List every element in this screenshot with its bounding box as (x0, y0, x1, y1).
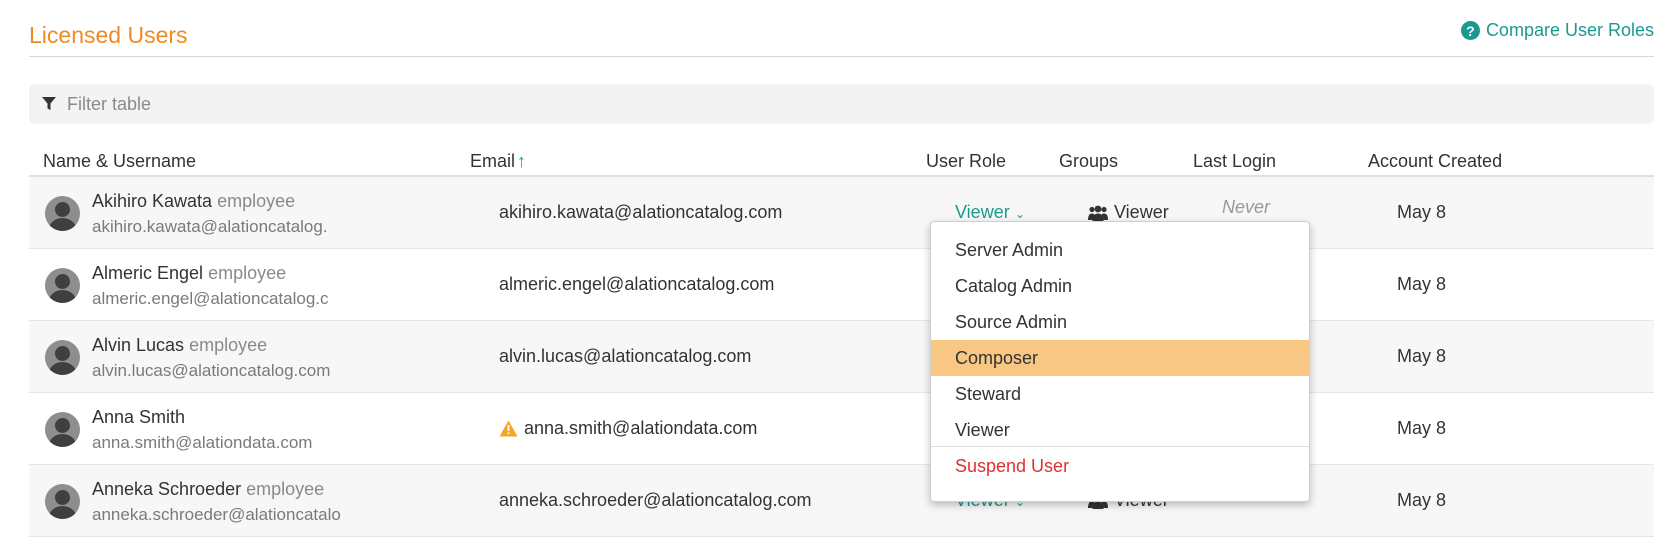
table-row: Alvin Lucas employee alvin.lucas@alationc… (29, 321, 1654, 393)
username: anna.smith@alationdata.com (92, 433, 313, 452)
user-group-name: Viewer (1114, 202, 1169, 222)
avatar (45, 484, 80, 519)
role-option-steward[interactable]: Steward (931, 376, 1309, 412)
filter-input[interactable] (67, 93, 1567, 115)
user-email: anna.smith@alationdata.com (499, 418, 757, 439)
user-name[interactable]: Akihiro Kawata (92, 191, 212, 211)
username: akihiro.kawata@alationcatalog. (92, 217, 328, 236)
username: almeric.engel@alationcatalog.c (92, 289, 329, 308)
table-row: Almeric Engel employee almeric.engel@alat… (29, 249, 1654, 321)
column-header-groups[interactable]: Groups (1059, 151, 1118, 172)
role-option-source-admin[interactable]: Source Admin (931, 304, 1309, 340)
account-created: May 8 (1397, 490, 1447, 510)
column-header-user-role[interactable]: User Role (926, 151, 1006, 172)
account-created: May 8 (1397, 202, 1447, 222)
username: anneka.schroeder@alationcatalo (92, 505, 341, 524)
user-email-text: almeric.engel@alationcatalog.com (499, 274, 775, 294)
role-option-composer[interactable]: Composer (931, 340, 1309, 376)
column-header-email[interactable]: Email ↑ (470, 151, 526, 172)
user-name-line: Almeric Engel employee (92, 263, 286, 284)
user-groups: Viewer (1088, 202, 1169, 223)
avatar (45, 268, 80, 303)
menu-divider (931, 446, 1309, 447)
user-type: employee (217, 191, 296, 211)
users-group-icon (1088, 205, 1108, 221)
user-email-text: anna.smith@alationdata.com (524, 418, 758, 438)
sort-ascending-icon: ↑ (517, 151, 527, 171)
column-header-account-created[interactable]: Account Created (1368, 151, 1502, 172)
user-email-text: alvin.lucas@alationcatalog.com (499, 346, 752, 366)
table-row: Akihiro Kawata employee akihiro.kawata@al… (29, 177, 1654, 249)
table-row: Anna Smith anna.smith@alationdata.com ann… (29, 393, 1654, 465)
avatar (45, 196, 80, 231)
role-option-viewer[interactable]: Viewer (931, 412, 1309, 448)
role-option-server-admin[interactable]: Server Admin (931, 232, 1309, 268)
page-header: Licensed Users ? Compare User Roles (29, 0, 1654, 57)
user-email-text: akihiro.kawata@alationcatalog.com (499, 202, 783, 222)
table-row: Anneka Schroeder employee anneka.schroede… (29, 465, 1654, 537)
username: alvin.lucas@alationcatalog.com (92, 361, 331, 380)
user-role-select[interactable]: Viewer ⌄ (955, 202, 1025, 223)
page-title: Licensed Users (29, 22, 188, 48)
user-name-line: Akihiro Kawata employee (92, 191, 295, 212)
suspend-user-option[interactable]: Suspend User (931, 448, 1309, 484)
compare-user-roles-link[interactable]: ? Compare User Roles (1460, 20, 1654, 41)
avatar (45, 340, 80, 375)
user-name-line: Alvin Lucas employee (92, 335, 267, 356)
user-type: employee (246, 479, 325, 499)
account-created: May 8 (1397, 418, 1447, 438)
avatar (45, 412, 80, 447)
table-header: Name & Username Email ↑ User Role Groups … (29, 148, 1654, 177)
compare-user-roles-label: Compare User Roles (1485, 20, 1654, 40)
user-name-line: Anneka Schroeder employee (92, 479, 324, 500)
help-circle-icon: ? (1460, 21, 1480, 40)
user-name[interactable]: Anna Smith (92, 407, 185, 427)
warning-icon (499, 420, 518, 437)
user-role-value: Viewer (955, 202, 1010, 222)
user-email: anneka.schroeder@alationcatalog.com (499, 490, 811, 511)
column-header-name[interactable]: Name & Username (43, 151, 196, 172)
user-email-text: anneka.schroeder@alationcatalog.com (499, 490, 812, 510)
user-email: akihiro.kawata@alationcatalog.com (499, 202, 782, 223)
column-header-last-login[interactable]: Last Login (1193, 151, 1276, 172)
user-type: employee (189, 335, 268, 355)
user-name[interactable]: Anneka Schroeder (92, 479, 241, 499)
user-name-line: Anna Smith (92, 407, 185, 428)
user-type: employee (208, 263, 287, 283)
column-header-email-label: Email (470, 151, 516, 171)
chevron-down-icon: ⌄ (1011, 207, 1026, 221)
user-name[interactable]: Almeric Engel (92, 263, 203, 283)
user-email: alvin.lucas@alationcatalog.com (499, 346, 751, 367)
filter-icon (42, 97, 56, 110)
last-login: Never (1222, 197, 1271, 217)
filter-bar (29, 84, 1654, 124)
role-option-catalog-admin[interactable]: Catalog Admin (931, 268, 1309, 304)
account-created: May 8 (1397, 346, 1447, 366)
user-role-dropdown: Server Admin Catalog Admin Source Admin … (930, 221, 1310, 502)
user-name[interactable]: Alvin Lucas (92, 335, 184, 355)
account-created: May 8 (1397, 274, 1447, 294)
user-email: almeric.engel@alationcatalog.com (499, 274, 774, 295)
